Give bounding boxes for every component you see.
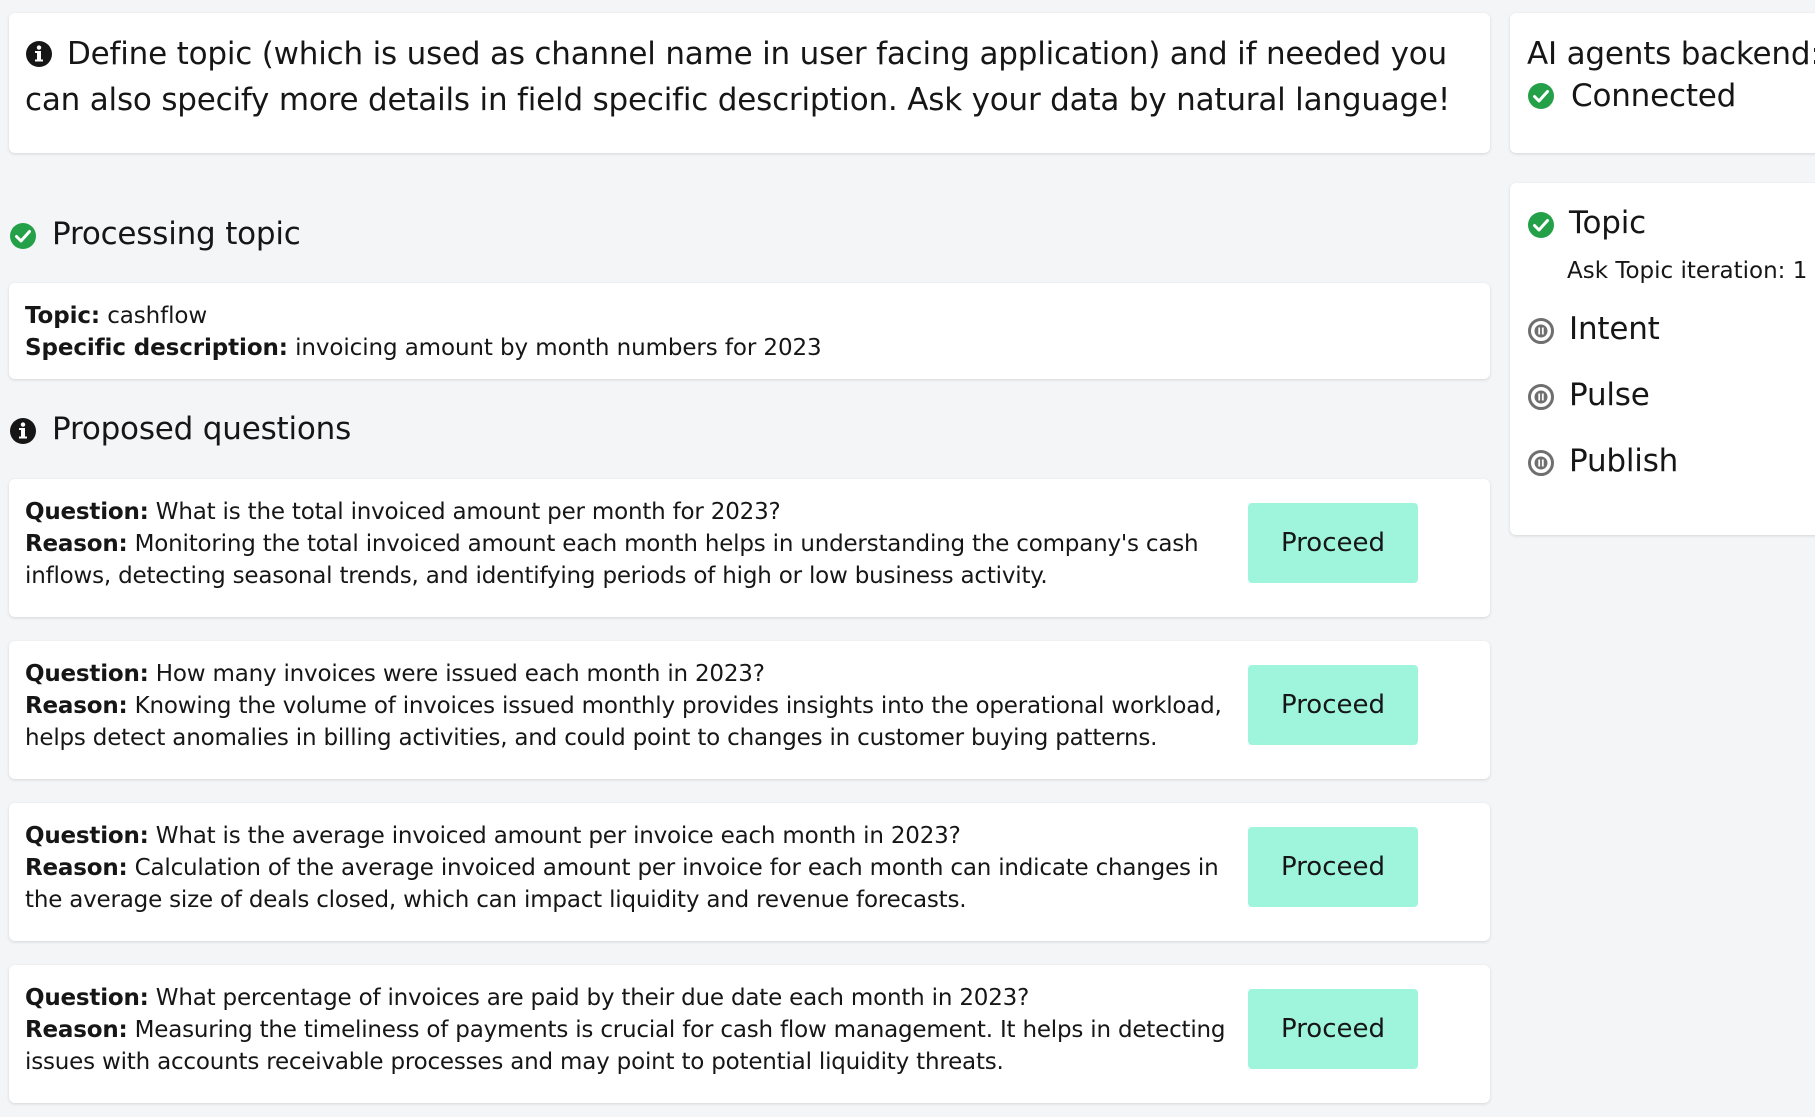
pause-circle-icon (1527, 315, 1555, 344)
step-publish: Publish (1527, 441, 1813, 481)
checkmark-circle-icon (9, 220, 37, 249)
backend-status-line: Connected (1527, 75, 1813, 121)
proceed-button[interactable]: Proceed (1248, 827, 1418, 907)
app-page: Define topic (which is used as channel n… (0, 0, 1815, 1117)
description-row: Specific description: invoicing amount b… (25, 332, 1474, 364)
step-topic-label: Topic (1569, 205, 1646, 241)
question-text-block: Question: What is the total invoiced amo… (25, 496, 1235, 592)
topic-label: Topic: (25, 303, 101, 329)
workflow-steps-panel: Topic Ask Topic iteration: 1 Intent Puls… (1510, 183, 1815, 535)
info-banner-text-wrap: Define topic (which is used as channel n… (25, 33, 1474, 121)
question-text: What is the average invoiced amount per … (155, 823, 961, 849)
topic-summary-card: Topic: cashflow Specific description: in… (9, 283, 1490, 379)
info-banner: Define topic (which is used as channel n… (9, 13, 1490, 153)
info-icon (25, 37, 53, 79)
backend-status-text: Connected (1571, 78, 1737, 114)
question-card: Question: What is the average invoiced a… (9, 803, 1490, 941)
checkmark-circle-icon (1527, 79, 1555, 121)
question-text-block: Question: What percentage of invoices ar… (25, 982, 1235, 1078)
reason-label: Reason: (25, 531, 128, 557)
question-card: Question: How many invoices were issued … (9, 641, 1490, 779)
proceed-button[interactable]: Proceed (1248, 989, 1418, 1069)
proceed-button[interactable]: Proceed (1248, 665, 1418, 745)
step-topic-detail: Ask Topic iteration: 1 (1567, 258, 1808, 284)
description-value: invoicing amount by month numbers for 20… (295, 335, 822, 361)
question-label: Question: (25, 985, 149, 1011)
backend-label: AI agents backend: (1527, 36, 1815, 72)
reason-text: Monitoring the total invoiced amount eac… (25, 531, 1199, 589)
proceed-button[interactable]: Proceed (1248, 503, 1418, 583)
checkmark-circle-icon (1527, 209, 1555, 238)
pause-circle-icon (1527, 447, 1555, 476)
question-text: How many invoices were issued each month… (155, 661, 765, 687)
step-intent: Intent (1527, 309, 1813, 349)
question-text: What percentage of invoices are paid by … (155, 985, 1030, 1011)
topic-value: cashflow (107, 303, 208, 329)
step-topic: Topic (1527, 203, 1813, 243)
question-card: Question: What percentage of invoices ar… (9, 965, 1490, 1103)
question-card: Question: What is the total invoiced amo… (9, 479, 1490, 617)
proposed-questions-heading: Proposed questions (9, 409, 351, 449)
topic-row: Topic: cashflow (25, 300, 1474, 332)
step-publish-label: Publish (1569, 443, 1679, 479)
processing-topic-heading: Processing topic (9, 214, 301, 254)
question-label: Question: (25, 661, 149, 687)
reason-text: Calculation of the average invoiced amou… (25, 855, 1219, 913)
description-label: Specific description: (25, 335, 288, 361)
pause-circle-icon (1527, 381, 1555, 410)
question-label: Question: (25, 499, 149, 525)
question-label: Question: (25, 823, 149, 849)
step-pulse-label: Pulse (1569, 377, 1650, 413)
info-icon (9, 415, 37, 444)
step-pulse: Pulse (1527, 375, 1813, 415)
backend-status-card: AI agents backend: Connected (1510, 13, 1815, 153)
proposed-questions-title: Proposed questions (52, 411, 352, 447)
reason-text: Measuring the timeliness of payments is … (25, 1017, 1226, 1075)
question-text: What is the total invoiced amount per mo… (155, 499, 781, 525)
processing-topic-title: Processing topic (52, 216, 301, 252)
info-banner-text: Define topic (which is used as channel n… (25, 36, 1451, 118)
question-text-block: Question: How many invoices were issued … (25, 658, 1235, 754)
reason-text: Knowing the volume of invoices issued mo… (25, 693, 1222, 751)
question-text-block: Question: What is the average invoiced a… (25, 820, 1235, 916)
reason-label: Reason: (25, 693, 128, 719)
step-intent-label: Intent (1569, 311, 1660, 347)
reason-label: Reason: (25, 1017, 128, 1043)
reason-label: Reason: (25, 855, 128, 881)
